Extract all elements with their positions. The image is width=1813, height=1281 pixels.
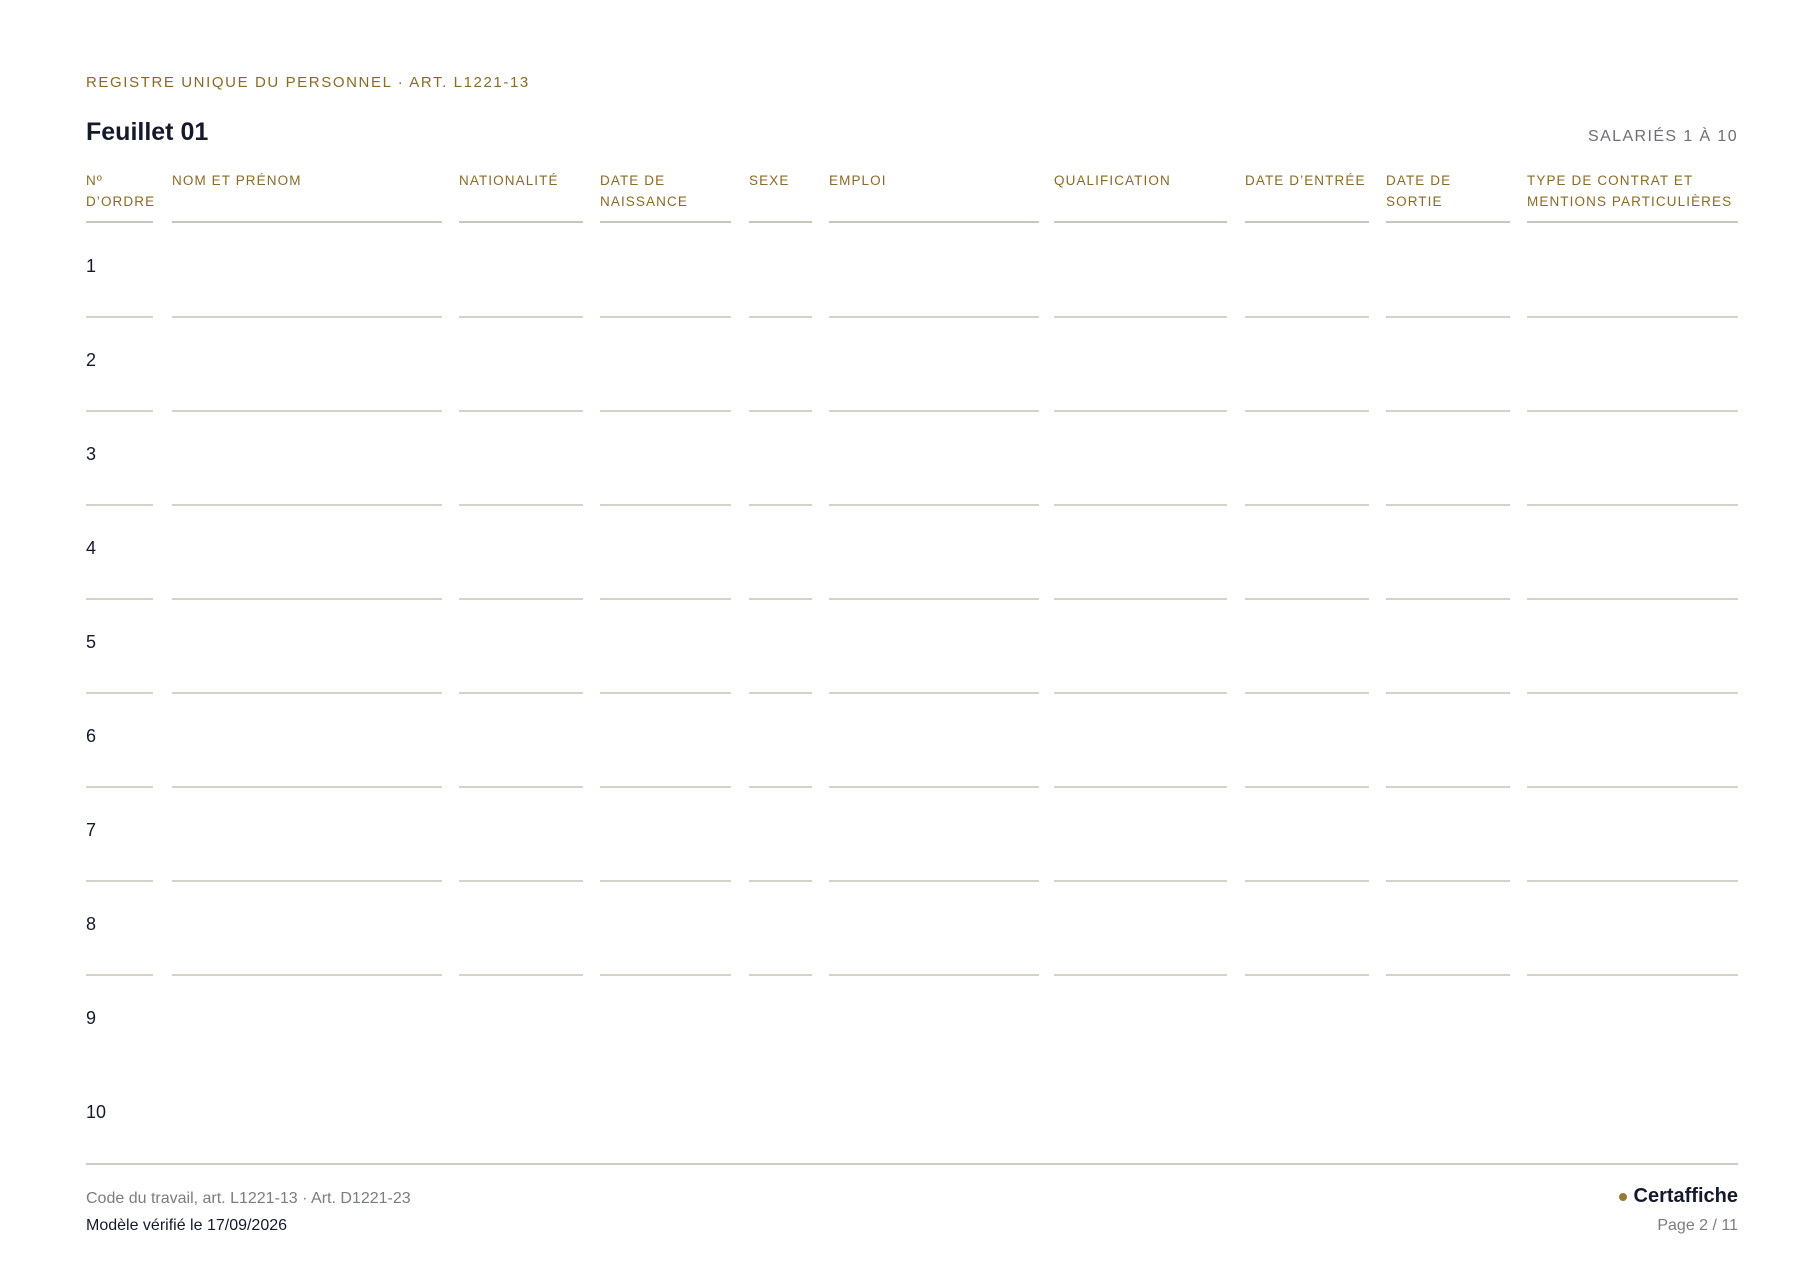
column-header-nationality: NATIONALITÉ — [459, 170, 583, 223]
row-order-number: 3 — [86, 444, 97, 464]
column-header-exit-date: DATE DE SORTIE — [1386, 170, 1510, 223]
column-header-entry-date: DATE D’ENTRÉE — [1245, 170, 1369, 223]
table-row: 7 — [86, 788, 1738, 882]
column-header-job: EMPLOI — [829, 170, 1039, 223]
row-order-number: 6 — [86, 726, 97, 746]
brand-name: Certaffiche — [1633, 1185, 1738, 1207]
page-number: Page 2 / 11 — [1657, 1217, 1738, 1234]
personnel-table: Nº D’ORDRE NOM ET PRÉNOM NATIONALITÉ DATE DE… — [86, 170, 1738, 1164]
brand-dot-icon — [1618, 1192, 1627, 1201]
table-row: 6 — [86, 694, 1738, 788]
row-order-number: 5 — [86, 632, 97, 652]
table-row: 4 — [86, 506, 1738, 600]
table-body: 1 2 3 4 5 6 7 8 9 10 — [86, 224, 1738, 1164]
column-header-sex: SEXE — [749, 170, 812, 223]
table-row: 8 — [86, 882, 1738, 976]
row-order-number: 10 — [86, 1102, 107, 1122]
employee-range-label: SALARIÉS 1 À 10 — [1588, 128, 1738, 145]
column-header-contract: TYPE DE CONTRAT ET MENTIONS PARTICULIÈRES — [1527, 170, 1738, 223]
brand-logo: Certaffiche — [1618, 1185, 1738, 1208]
row-order-number: 9 — [86, 1008, 97, 1028]
row-order-number: 4 — [86, 538, 97, 558]
row-order-number: 1 — [86, 256, 97, 276]
column-header-name: NOM ET PRÉNOM — [172, 170, 442, 223]
row-order-number: 7 — [86, 820, 97, 840]
column-header-qualification: QUALIFICATION — [1054, 170, 1227, 223]
table-row: 1 — [86, 224, 1738, 318]
register-page: REGISTRE UNIQUE DU PERSONNEL · ART. L122… — [86, 0, 1738, 1281]
table-row: 10 — [86, 1070, 1738, 1164]
table-row: 5 — [86, 600, 1738, 694]
row-order-number: 8 — [86, 914, 97, 934]
page-title: Feuillet 01 — [86, 118, 209, 146]
register-eyebrow: REGISTRE UNIQUE DU PERSONNEL · ART. L122… — [86, 74, 530, 91]
footer-divider — [86, 1163, 1738, 1165]
legal-reference: Code du travail, art. L1221-13 · Art. D1… — [86, 1190, 411, 1207]
table-row: 3 — [86, 412, 1738, 506]
table-header-row: Nº D’ORDRE NOM ET PRÉNOM NATIONALITÉ DATE DE… — [86, 170, 1738, 224]
column-header-order: Nº D’ORDRE — [86, 170, 154, 223]
table-row: 2 — [86, 318, 1738, 412]
row-order-number: 2 — [86, 350, 97, 370]
table-row: 9 — [86, 976, 1738, 1070]
verification-date: Modèle vérifié le 17/09/2026 — [86, 1217, 288, 1234]
column-header-birthdate: DATE DE NAISSANCE — [600, 170, 731, 223]
